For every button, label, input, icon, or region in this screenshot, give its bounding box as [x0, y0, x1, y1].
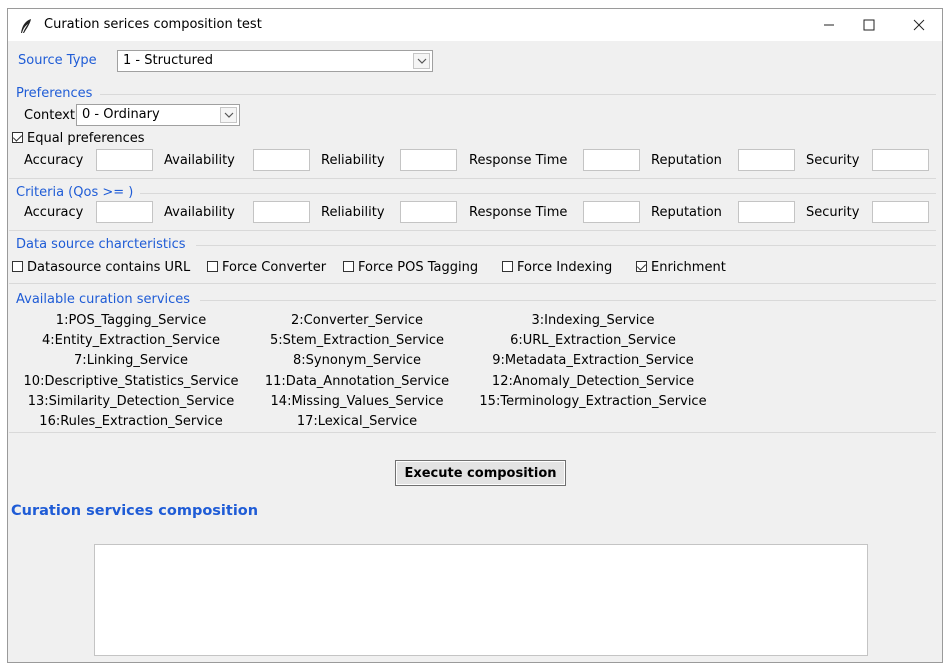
- crit-accuracy-label: Accuracy: [24, 205, 84, 220]
- context-combobox[interactable]: 0 - Ordinary: [76, 104, 240, 126]
- enrichment-checkbox[interactable]: Enrichment: [636, 260, 726, 275]
- pref-security-input[interactable]: [872, 149, 929, 171]
- chevron-down-icon[interactable]: [220, 107, 237, 123]
- preferences-header: Preferences: [16, 86, 93, 101]
- title-bar: Curation serices composition test: [8, 9, 942, 41]
- service-item: 12:Anomaly_Detection_Service: [491, 374, 695, 389]
- crit-availability-label: Availability: [164, 205, 235, 220]
- service-item: 10:Descriptive_Statistics_Service: [23, 374, 239, 389]
- force-converter-label: Force Converter: [222, 260, 327, 275]
- pref-reputation-input[interactable]: [738, 149, 795, 171]
- divider: [9, 432, 936, 433]
- force-indexing-checkbox[interactable]: Force Indexing: [502, 260, 612, 275]
- context-value: 0 - Ordinary: [82, 107, 160, 122]
- checkbox-icon[interactable]: [207, 261, 218, 272]
- service-item: 8:Synonym_Service: [293, 353, 421, 368]
- pref-reputation-label: Reputation: [651, 153, 722, 168]
- force-pos-tagging-checkbox[interactable]: Force POS Tagging: [343, 260, 478, 275]
- force-pos-tagging-label: Force POS Tagging: [358, 260, 479, 275]
- pref-accuracy-input[interactable]: [96, 149, 153, 171]
- checkbox-icon[interactable]: [502, 261, 513, 272]
- service-item: 17:Lexical_Service: [296, 414, 418, 429]
- service-item: 3:Indexing_Service: [531, 313, 655, 328]
- close-icon[interactable]: [896, 9, 942, 41]
- service-item: 5:Stem_Extraction_Service: [269, 333, 445, 348]
- criteria-header: Criteria (Qos >= ): [16, 185, 134, 200]
- divider: [200, 300, 936, 301]
- pref-security-label: Security: [806, 153, 860, 168]
- divider: [100, 94, 936, 95]
- datasource-header: Data source charcteristics: [16, 237, 186, 252]
- checkbox-icon[interactable]: [343, 261, 354, 272]
- crit-response-time-input[interactable]: [583, 201, 640, 223]
- service-item: 7:Linking_Service: [74, 353, 188, 368]
- force-converter-checkbox[interactable]: Force Converter: [207, 260, 326, 275]
- output-title: Curation services composition: [11, 503, 259, 519]
- crit-response-time-label: Response Time: [469, 205, 568, 220]
- divider: [140, 193, 936, 194]
- service-item: 4:Entity_Extraction_Service: [41, 333, 221, 348]
- pref-response-time-label: Response Time: [469, 153, 568, 168]
- pref-reliability-input[interactable]: [400, 149, 457, 171]
- pref-accuracy-label: Accuracy: [24, 153, 84, 168]
- crit-reliability-label: Reliability: [321, 205, 385, 220]
- divider: [9, 283, 936, 284]
- crit-security-input[interactable]: [872, 201, 929, 223]
- datasource-url-checkbox[interactable]: Datasource contains URL: [12, 260, 190, 275]
- feather-icon: [19, 18, 33, 34]
- pref-availability-input[interactable]: [253, 149, 310, 171]
- crit-reliability-input[interactable]: [400, 201, 457, 223]
- crit-security-label: Security: [806, 205, 860, 220]
- service-item: 1:POS_Tagging_Service: [55, 313, 207, 328]
- pref-reliability-label: Reliability: [321, 153, 385, 168]
- checkbox-checked-icon[interactable]: [636, 261, 647, 272]
- service-item: 14:Missing_Values_Service: [270, 394, 444, 409]
- enrichment-label: Enrichment: [651, 260, 726, 275]
- crit-availability-input[interactable]: [253, 201, 310, 223]
- source-type-value: 1 - Structured: [123, 53, 213, 68]
- equal-preferences-label: Equal preferences: [27, 131, 145, 146]
- service-item: 9:Metadata_Extraction_Service: [492, 353, 694, 368]
- service-item: 11:Data_Annotation_Service: [264, 374, 450, 389]
- divider: [9, 230, 936, 231]
- service-item: 6:URL_Extraction_Service: [510, 333, 676, 348]
- force-indexing-label: Force Indexing: [517, 260, 613, 275]
- checkbox-icon[interactable]: [12, 261, 23, 272]
- crit-reputation-label: Reputation: [651, 205, 722, 220]
- maximize-icon[interactable]: [846, 9, 892, 41]
- pref-response-time-input[interactable]: [583, 149, 640, 171]
- service-item: 2:Converter_Service: [291, 313, 423, 328]
- services-header: Available curation services: [16, 292, 191, 307]
- composition-output-textarea[interactable]: [94, 544, 868, 656]
- chevron-down-icon[interactable]: [413, 53, 430, 69]
- source-type-label: Source Type: [18, 53, 97, 68]
- service-item: 15:Terminology_Extraction_Service: [479, 394, 707, 409]
- checkbox-checked-icon[interactable]: [12, 132, 23, 143]
- datasource-url-label: Datasource contains URL: [27, 260, 191, 275]
- pref-availability-label: Availability: [164, 153, 235, 168]
- crit-accuracy-input[interactable]: [96, 201, 153, 223]
- service-item: 16:Rules_Extraction_Service: [39, 414, 223, 429]
- window-title: Curation serices composition test: [44, 17, 262, 32]
- service-item: 13:Similarity_Detection_Service: [27, 394, 235, 409]
- divider: [9, 178, 936, 179]
- crit-reputation-input[interactable]: [738, 201, 795, 223]
- equal-preferences-checkbox[interactable]: Equal preferences: [12, 131, 145, 146]
- source-type-combobox[interactable]: 1 - Structured: [117, 50, 433, 72]
- context-label: Context: [24, 108, 75, 123]
- divider: [196, 245, 936, 246]
- execute-composition-button[interactable]: Execute composition: [395, 460, 566, 486]
